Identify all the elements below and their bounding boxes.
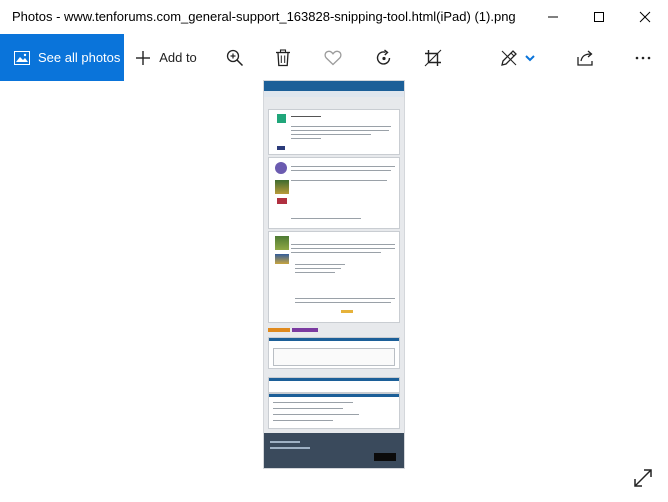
more-options-button[interactable] <box>628 34 658 81</box>
maximize-icon <box>594 12 604 22</box>
share-button[interactable] <box>570 34 600 81</box>
share-icon <box>577 50 593 66</box>
toolbar: See all photos Add to <box>0 34 668 81</box>
delete-button[interactable] <box>268 34 298 81</box>
crop-icon <box>424 49 442 66</box>
more-icon <box>635 56 651 59</box>
expand-button[interactable] <box>632 467 654 489</box>
thumbnail-post-1 <box>268 109 400 155</box>
add-to-label: Add to <box>159 50 197 65</box>
thumbnail-reply-box <box>268 337 400 369</box>
crop-button[interactable] <box>418 34 448 81</box>
rotate-icon <box>376 48 391 65</box>
thumbnail-header <box>264 81 404 91</box>
title-bar: Photos - www.tenforums.com_general-suppo… <box>0 0 668 34</box>
thumbnail-post-3 <box>268 231 400 323</box>
delete-icon <box>276 48 290 66</box>
close-icon <box>639 11 651 23</box>
image-viewer[interactable] <box>0 81 668 502</box>
minimize-button[interactable] <box>530 0 576 34</box>
favorite-button[interactable] <box>318 34 348 81</box>
minimize-icon <box>548 16 558 18</box>
photos-icon <box>14 50 30 65</box>
edit-draw-button[interactable] <box>494 34 524 81</box>
thumbnail-similar-threads <box>268 377 400 393</box>
zoom-button[interactable] <box>220 34 250 81</box>
window-title: Photos - www.tenforums.com_general-suppo… <box>12 9 516 24</box>
edit-dropdown-button[interactable] <box>522 34 538 81</box>
chevron-down-icon <box>525 54 535 61</box>
thumbnail-footer <box>264 433 404 468</box>
thumbnail-post-2 <box>268 157 400 229</box>
maximize-button[interactable] <box>576 0 622 34</box>
heart-icon <box>324 50 342 65</box>
see-all-photos-button[interactable]: See all photos <box>0 34 124 81</box>
edit-draw-icon <box>501 49 517 66</box>
close-button[interactable] <box>622 0 668 34</box>
zoom-in-icon <box>226 49 244 66</box>
add-to-button[interactable]: Add to <box>128 34 204 81</box>
document-thumbnail[interactable] <box>264 81 404 468</box>
see-all-photos-label: See all photos <box>38 50 121 65</box>
thumbnail-related-list <box>268 393 400 429</box>
plus-icon <box>136 50 151 65</box>
rotate-button[interactable] <box>369 34 399 81</box>
expand-icon <box>634 469 652 487</box>
